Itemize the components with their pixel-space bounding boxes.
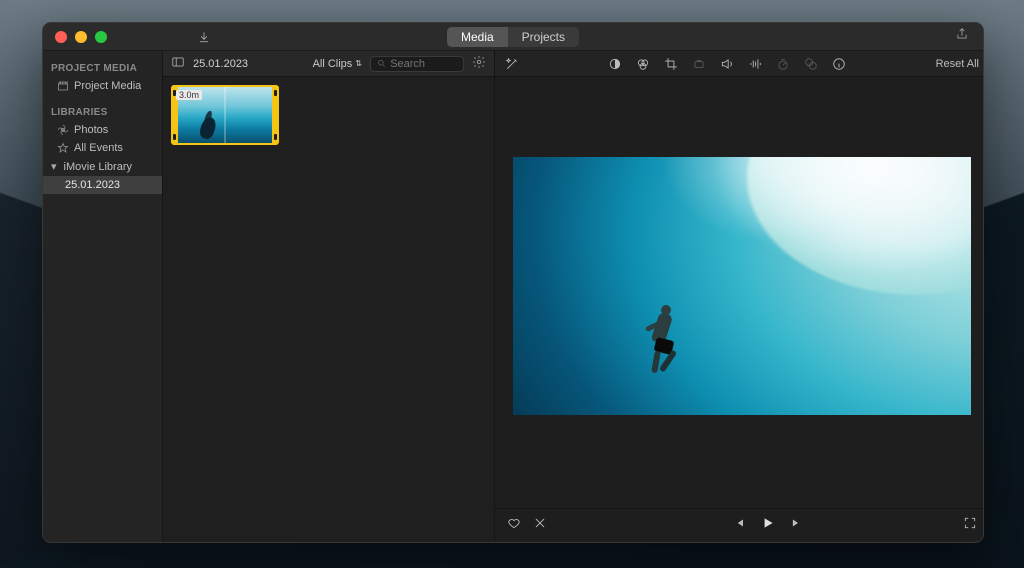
color-balance-icon[interactable] xyxy=(608,57,622,71)
sidebar-item-label: Project Media xyxy=(74,80,141,92)
media-browser: 25.01.2023 All Clips ⇅ 3.0m xyxy=(163,51,495,542)
sidebar-item-photos[interactable]: Photos xyxy=(43,121,162,139)
photos-flower-icon xyxy=(57,124,69,136)
browser-title: 25.01.2023 xyxy=(193,58,248,70)
video-preview[interactable] xyxy=(513,157,971,415)
viewer-panel: Reset All xyxy=(495,51,984,542)
browser-settings-icon[interactable] xyxy=(472,55,486,72)
updown-chevron-icon: ⇅ xyxy=(355,59,362,68)
sidebar-item-label: Photos xyxy=(74,124,108,136)
view-tabs: Media Projects xyxy=(447,27,579,47)
search-icon xyxy=(377,58,386,69)
star-icon xyxy=(57,142,69,154)
share-icon[interactable] xyxy=(955,27,969,46)
titlebar: Media Projects xyxy=(43,23,983,51)
viewer-controls xyxy=(495,508,984,542)
browser-toolbar: 25.01.2023 All Clips ⇅ xyxy=(163,51,494,77)
viewer-stage xyxy=(495,77,984,508)
fullscreen-icon[interactable] xyxy=(963,516,977,535)
sidebar-item-project-media[interactable]: Project Media xyxy=(43,77,162,95)
disclosure-triangle-icon[interactable]: ▾ xyxy=(51,160,57,173)
minimize-window-button[interactable] xyxy=(75,31,87,43)
next-frame-icon[interactable] xyxy=(790,516,804,535)
search-field[interactable] xyxy=(370,56,464,72)
sidebar-item-event[interactable]: 25.01.2023 xyxy=(43,176,162,194)
sidebar: PROJECT MEDIA Project Media LIBRARIES Ph… xyxy=(43,51,163,542)
sidebar-item-all-events[interactable]: All Events xyxy=(43,139,162,157)
video-clip-thumbnail[interactable]: 3.0m xyxy=(171,85,279,145)
reject-x-icon[interactable] xyxy=(533,516,547,535)
filters-icon[interactable] xyxy=(804,57,818,71)
sidebar-heading-libraries: LIBRARIES xyxy=(43,103,162,121)
window-controls xyxy=(55,31,107,43)
favorite-heart-icon[interactable] xyxy=(507,516,521,535)
color-correction-icon[interactable] xyxy=(636,57,650,71)
crop-icon[interactable] xyxy=(664,57,678,71)
noise-equalizer-icon[interactable] xyxy=(748,57,762,71)
volume-icon[interactable] xyxy=(720,57,734,71)
imovie-window: Media Projects PROJECT MEDIA Project Med… xyxy=(42,22,984,543)
clip-duration-badge: 3.0m xyxy=(176,90,202,100)
sidebar-heading-project-media: PROJECT MEDIA xyxy=(43,59,162,77)
sidebar-item-label: All Events xyxy=(74,142,123,154)
clip-trim-handle-right[interactable] xyxy=(272,87,279,143)
previous-frame-icon[interactable] xyxy=(732,516,746,535)
play-button[interactable] xyxy=(760,515,776,536)
close-window-button[interactable] xyxy=(55,31,67,43)
enhance-wand-icon[interactable] xyxy=(505,57,519,71)
tab-media[interactable]: Media xyxy=(447,27,508,47)
clapperboard-icon xyxy=(57,80,69,92)
clip-filter-dropdown[interactable]: All Clips ⇅ xyxy=(313,58,362,70)
sidebar-item-label: 25.01.2023 xyxy=(65,179,120,191)
stabilization-icon[interactable] xyxy=(692,57,706,71)
toggle-sidebar-icon[interactable] xyxy=(171,55,185,72)
search-input[interactable] xyxy=(390,58,457,70)
sidebar-item-label: iMovie Library xyxy=(64,161,132,173)
viewer-toolbar: Reset All xyxy=(495,51,984,77)
clip-filter-label: All Clips xyxy=(313,58,353,70)
import-icon[interactable] xyxy=(197,30,211,44)
fullscreen-window-button[interactable] xyxy=(95,31,107,43)
info-icon[interactable] xyxy=(832,57,846,71)
tab-projects[interactable]: Projects xyxy=(508,27,579,47)
sidebar-item-library[interactable]: ▾ iMovie Library xyxy=(43,157,162,176)
speed-icon[interactable] xyxy=(776,57,790,71)
clips-area[interactable]: 3.0m xyxy=(163,77,494,542)
reset-all-button[interactable]: Reset All xyxy=(936,58,979,70)
